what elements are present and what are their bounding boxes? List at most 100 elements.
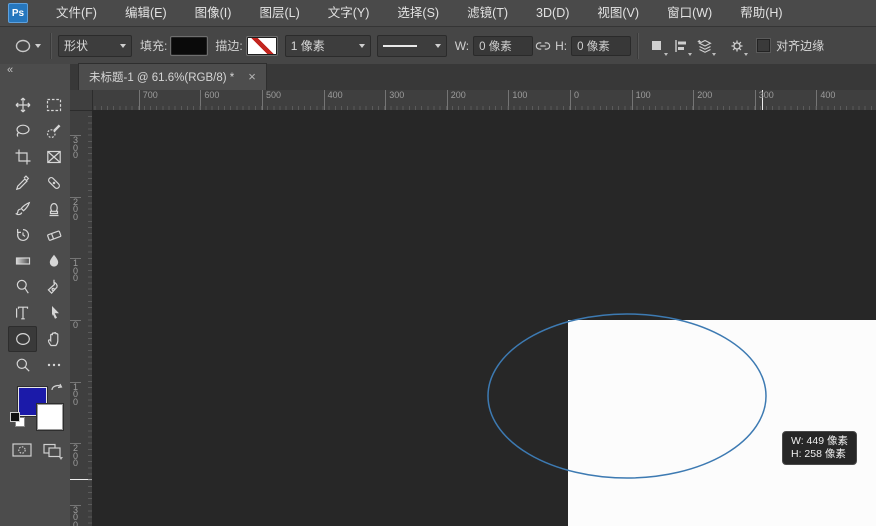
document-tab[interactable]: 未标题-1 @ 61.6%(RGB/8) * × (78, 63, 267, 90)
ps-logo-icon: Ps (8, 3, 28, 23)
menu-filter[interactable]: 滤镜(T) (453, 0, 522, 26)
toolbox-panel: « (0, 64, 71, 526)
stroke-label: 描边: (215, 37, 242, 54)
gradient-tool[interactable] (8, 248, 37, 274)
menu-items: 文件(F)编辑(E)图像(I)图层(L)文字(Y)选择(S)滤镜(T)3D(D)… (42, 0, 797, 26)
quick-mask-button[interactable] (10, 438, 34, 462)
path-arrangement-button[interactable] (693, 34, 717, 58)
quick-mask-icon (11, 441, 33, 459)
stroke-width-select[interactable]: 1 像素 (285, 35, 371, 57)
document-tab-bar: 未标题-1 @ 61.6%(RGB/8) * × (70, 64, 876, 90)
h-ruler-label: 500 (262, 90, 281, 110)
shape-height-value: 0 像素 (577, 38, 610, 54)
fill-color-swatch[interactable] (171, 37, 207, 55)
tooltip-line: W: 449 像素 (791, 435, 848, 448)
stroke-color-swatch[interactable] (247, 37, 277, 55)
history-brush-tool[interactable] (8, 222, 37, 248)
size-tooltip: W: 449 像素H: 258 像素 (782, 431, 857, 465)
pen-tool[interactable] (39, 274, 68, 300)
lasso-tool[interactable] (8, 118, 37, 144)
blur-tool[interactable] (39, 248, 68, 274)
crop-tool[interactable] (8, 144, 37, 170)
h-ruler-label: 0 (570, 90, 579, 110)
v-ruler-label: 200 (70, 443, 81, 468)
healing-brush-tool[interactable] (39, 170, 68, 196)
tool-mode-value: 形状 (64, 37, 88, 54)
h-ruler-label: 700 (139, 90, 158, 110)
swap-arrows-icon (50, 382, 63, 394)
menu-edit[interactable]: 编辑(E) (111, 0, 181, 26)
swap-colors-button[interactable] (50, 382, 63, 394)
h-ruler-label: 200 (693, 90, 712, 110)
menu-bar: Ps 文件(F)编辑(E)图像(I)图层(L)文字(Y)选择(S)滤镜(T)3D… (0, 0, 876, 27)
ellipse-tool[interactable] (8, 326, 37, 352)
menu-window[interactable]: 窗口(W) (653, 0, 726, 26)
menu-image[interactable]: 图像(I) (181, 0, 246, 26)
clone-stamp-tool[interactable] (39, 196, 68, 222)
vertical-ruler[interactable]: 3002001000100200300 (70, 110, 93, 526)
menu-3d[interactable]: 3D(D) (522, 0, 583, 26)
eraser-tool[interactable] (39, 222, 68, 248)
stroke-type-select[interactable] (377, 35, 447, 57)
menu-layer[interactable]: 图层(L) (245, 0, 313, 26)
type-tool[interactable] (8, 300, 37, 326)
h-ruler-label: 300 (755, 90, 774, 110)
separator (50, 33, 52, 59)
h-ruler-label: 400 (816, 90, 835, 110)
tool-mode-select[interactable]: 形状 (58, 35, 132, 57)
height-label: H: (555, 39, 567, 53)
align-edges-label: 对齐边缘 (776, 37, 824, 54)
menu-view[interactable]: 视图(V) (583, 0, 653, 26)
document-tab-title: 未标题-1 @ 61.6%(RGB/8) * (89, 69, 234, 85)
width-label: W: (455, 39, 469, 53)
collapse-panel-button[interactable]: « (7, 64, 12, 76)
background-color-swatch[interactable] (37, 404, 63, 430)
shape-height-input[interactable]: 0 像素 (571, 36, 631, 56)
brush-tool[interactable] (8, 196, 37, 222)
dodge-tool[interactable] (8, 274, 37, 300)
solid-line-icon (383, 45, 417, 47)
menu-select[interactable]: 选择(S) (383, 0, 453, 26)
quick-selection-tool[interactable] (39, 118, 68, 144)
shape-width-input[interactable]: 0 像素 (473, 36, 533, 56)
path-operations-button[interactable] (645, 34, 669, 58)
h-ruler-label: 100 (508, 90, 527, 110)
h-ruler-label: 600 (200, 90, 219, 110)
zoom-tool[interactable] (8, 352, 37, 378)
separator (637, 33, 639, 59)
move-tool[interactable] (8, 92, 37, 118)
h-ruler-label: 300 (385, 90, 404, 110)
menu-file[interactable]: 文件(F) (42, 0, 111, 26)
h-ruler-label: 100 (632, 90, 651, 110)
link-icon (535, 39, 551, 53)
eyedropper-tool[interactable] (8, 170, 37, 196)
tool-preset-picker[interactable] (10, 34, 44, 58)
v-ruler-label: 100 (70, 258, 81, 283)
menu-type[interactable]: 文字(Y) (314, 0, 384, 26)
horizontal-ruler[interactable]: 7006005004003002001000100200300400 (70, 90, 876, 111)
path-selection-tool[interactable] (39, 300, 68, 326)
menu-help[interactable]: 帮助(H) (726, 0, 796, 26)
shape-width-value: 0 像素 (479, 38, 512, 54)
hand-tool[interactable] (39, 326, 68, 352)
tool-options-bar: 形状 填充: 描边: 1 像素 W: 0 像素 H: 0 像素 (0, 27, 876, 65)
link-dimensions-button[interactable] (533, 34, 553, 58)
h-ruler-label: 400 (324, 90, 343, 110)
screen-mode-button[interactable] (40, 438, 64, 462)
ellipse-preset-icon (14, 37, 32, 55)
tab-close-icon[interactable]: × (248, 71, 256, 83)
path-alignment-button[interactable] (669, 34, 693, 58)
canvas-viewport[interactable]: W: 449 像素H: 258 像素 (92, 110, 876, 526)
marquee-tool[interactable] (39, 92, 68, 118)
v-ruler-label: 300 (70, 505, 81, 526)
v-ruler-label: 200 (70, 197, 81, 222)
more-tools[interactable] (39, 352, 68, 378)
photoshop-window: Ps 文件(F)编辑(E)图像(I)图层(L)文字(Y)选择(S)滤镜(T)3D… (0, 0, 876, 526)
v-ruler-label: 300 (70, 135, 81, 160)
tools-grid (8, 92, 68, 378)
frame-tool[interactable] (39, 144, 68, 170)
v-ruler-label: 100 (70, 382, 81, 407)
align-edges-checkbox[interactable] (757, 39, 770, 52)
ruler-corner (70, 90, 93, 111)
geometry-options-button[interactable] (725, 34, 749, 58)
